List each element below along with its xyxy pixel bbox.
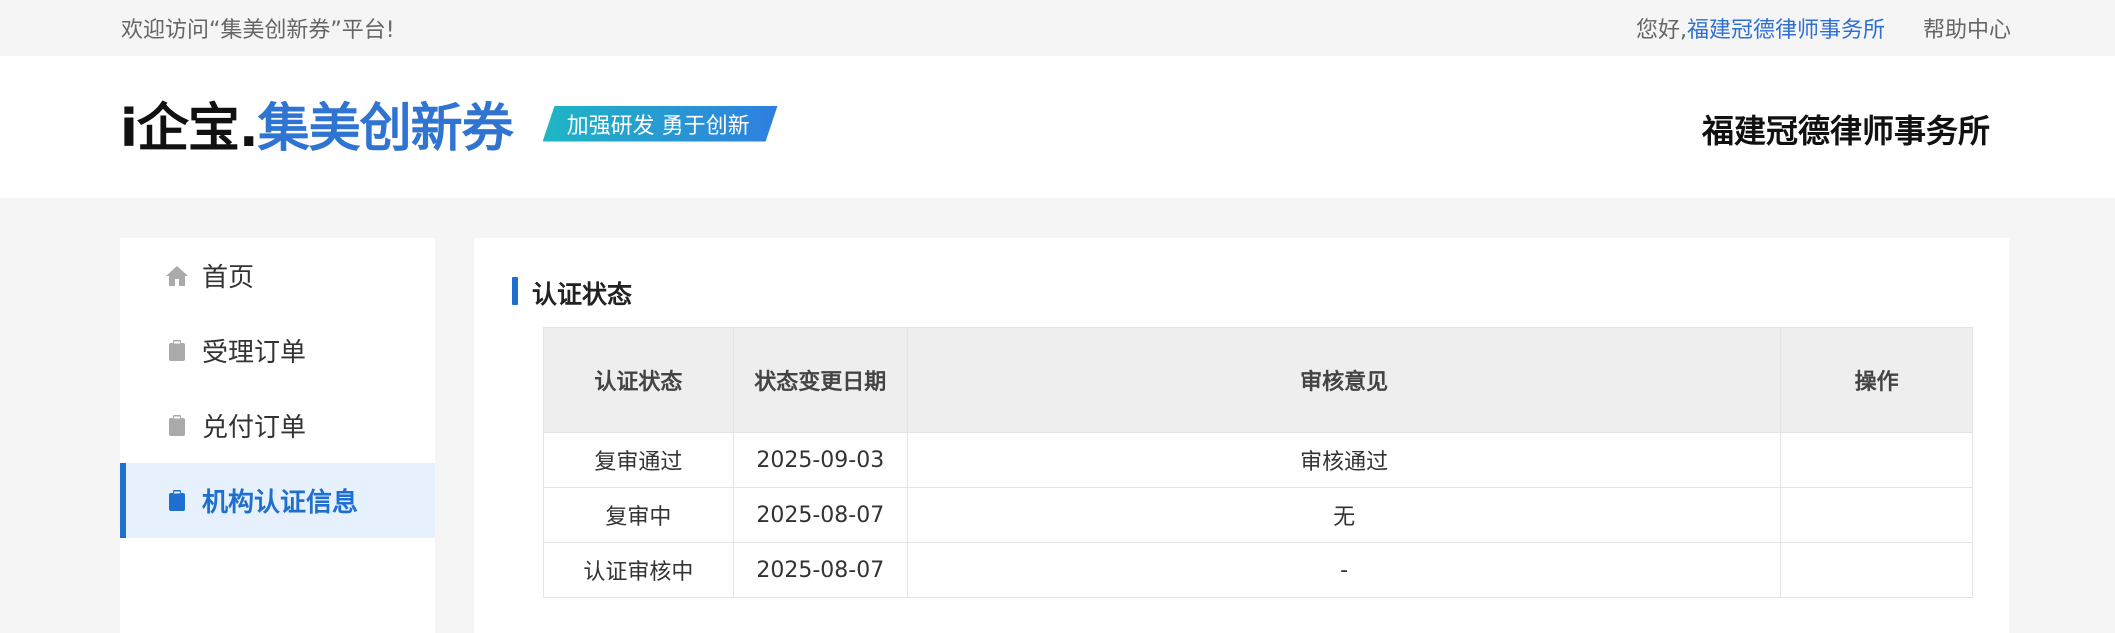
sidebar: 首页 受理订单 兑付订单 机构认证信息 (120, 238, 435, 633)
greeting-text: 您好, (1635, 18, 1687, 43)
sidebar-item-org-certification[interactable]: 机构认证信息 (120, 463, 435, 538)
table-row: 认证审核中 2025-08-07 - (543, 542, 1973, 598)
section-title: 认证状态 (512, 275, 632, 311)
cell-opinion: 无 (906, 487, 1782, 543)
main-panel: 认证状态 认证状态 状态变更日期 审核意见 操作 复审通过 2025-09-03… (474, 238, 2009, 633)
column-header-status: 认证状态 (543, 327, 734, 433)
cell-opinion: 审核通过 (906, 432, 1782, 488)
column-header-actions: 操作 (1780, 327, 1973, 433)
cell-actions (1780, 487, 1973, 543)
sidebar-item-label: 受理订单 (202, 338, 307, 368)
cell-actions (1780, 542, 1973, 598)
table-row: 复审中 2025-08-07 无 (543, 487, 1973, 543)
org-name: 福建冠德律师事务所 (1701, 112, 1990, 150)
table-header-row: 认证状态 状态变更日期 审核意见 操作 (543, 327, 1973, 433)
logo-text: i企宝.集美创新券 (120, 86, 514, 161)
cell-date: 2025-09-03 (732, 432, 908, 488)
sidebar-item-accepted-orders[interactable]: 受理订单 (120, 313, 435, 388)
home-icon (164, 265, 190, 287)
sidebar-item-label: 兑付订单 (202, 413, 307, 443)
table-row: 复审通过 2025-09-03 审核通过 (543, 432, 1973, 488)
cell-date: 2025-08-07 (732, 542, 908, 598)
top-bar: 欢迎访问“集美创新券”平台! 您好, 福建冠德律师事务所 帮助中心 (0, 0, 2115, 56)
cell-status: 复审通过 (543, 432, 734, 488)
cell-opinion: - (906, 542, 1782, 598)
clipboard-icon (164, 339, 190, 362)
cell-actions (1780, 432, 1973, 488)
certification-status-table: 认证状态 状态变更日期 审核意见 操作 复审通过 2025-09-03 审核通过… (543, 327, 1973, 598)
cell-date: 2025-08-07 (732, 487, 908, 543)
help-center-link[interactable]: 帮助中心 (1923, 12, 2011, 44)
clipboard-icon (164, 489, 190, 512)
sidebar-item-payment-orders[interactable]: 兑付订单 (120, 388, 435, 463)
sidebar-item-label: 机构认证信息 (202, 488, 359, 518)
welcome-text: 欢迎访问“集美创新券”平台! (121, 18, 395, 43)
cell-status: 认证审核中 (543, 542, 734, 598)
logo-prefix: i企宝. (120, 99, 259, 159)
sidebar-item-label: 首页 (202, 263, 255, 293)
logo-name: 集美创新券 (257, 99, 514, 159)
top-bar-right: 您好, 福建冠德律师事务所 帮助中心 (1636, 12, 2011, 44)
user-link[interactable]: 福建冠德律师事务所 (1687, 12, 1885, 44)
slogan-badge: 加强研发 勇于创新 (543, 106, 778, 142)
header: i企宝.集美创新券 加强研发 勇于创新 福建冠德律师事务所 (0, 56, 2115, 198)
column-header-opinion: 审核意见 (906, 327, 1782, 433)
cell-status: 复审中 (543, 487, 734, 543)
column-header-date: 状态变更日期 (732, 327, 908, 433)
sidebar-item-home[interactable]: 首页 (120, 238, 435, 313)
clipboard-icon (164, 414, 190, 437)
logo[interactable]: i企宝.集美创新券 加强研发 勇于创新 (120, 86, 778, 161)
